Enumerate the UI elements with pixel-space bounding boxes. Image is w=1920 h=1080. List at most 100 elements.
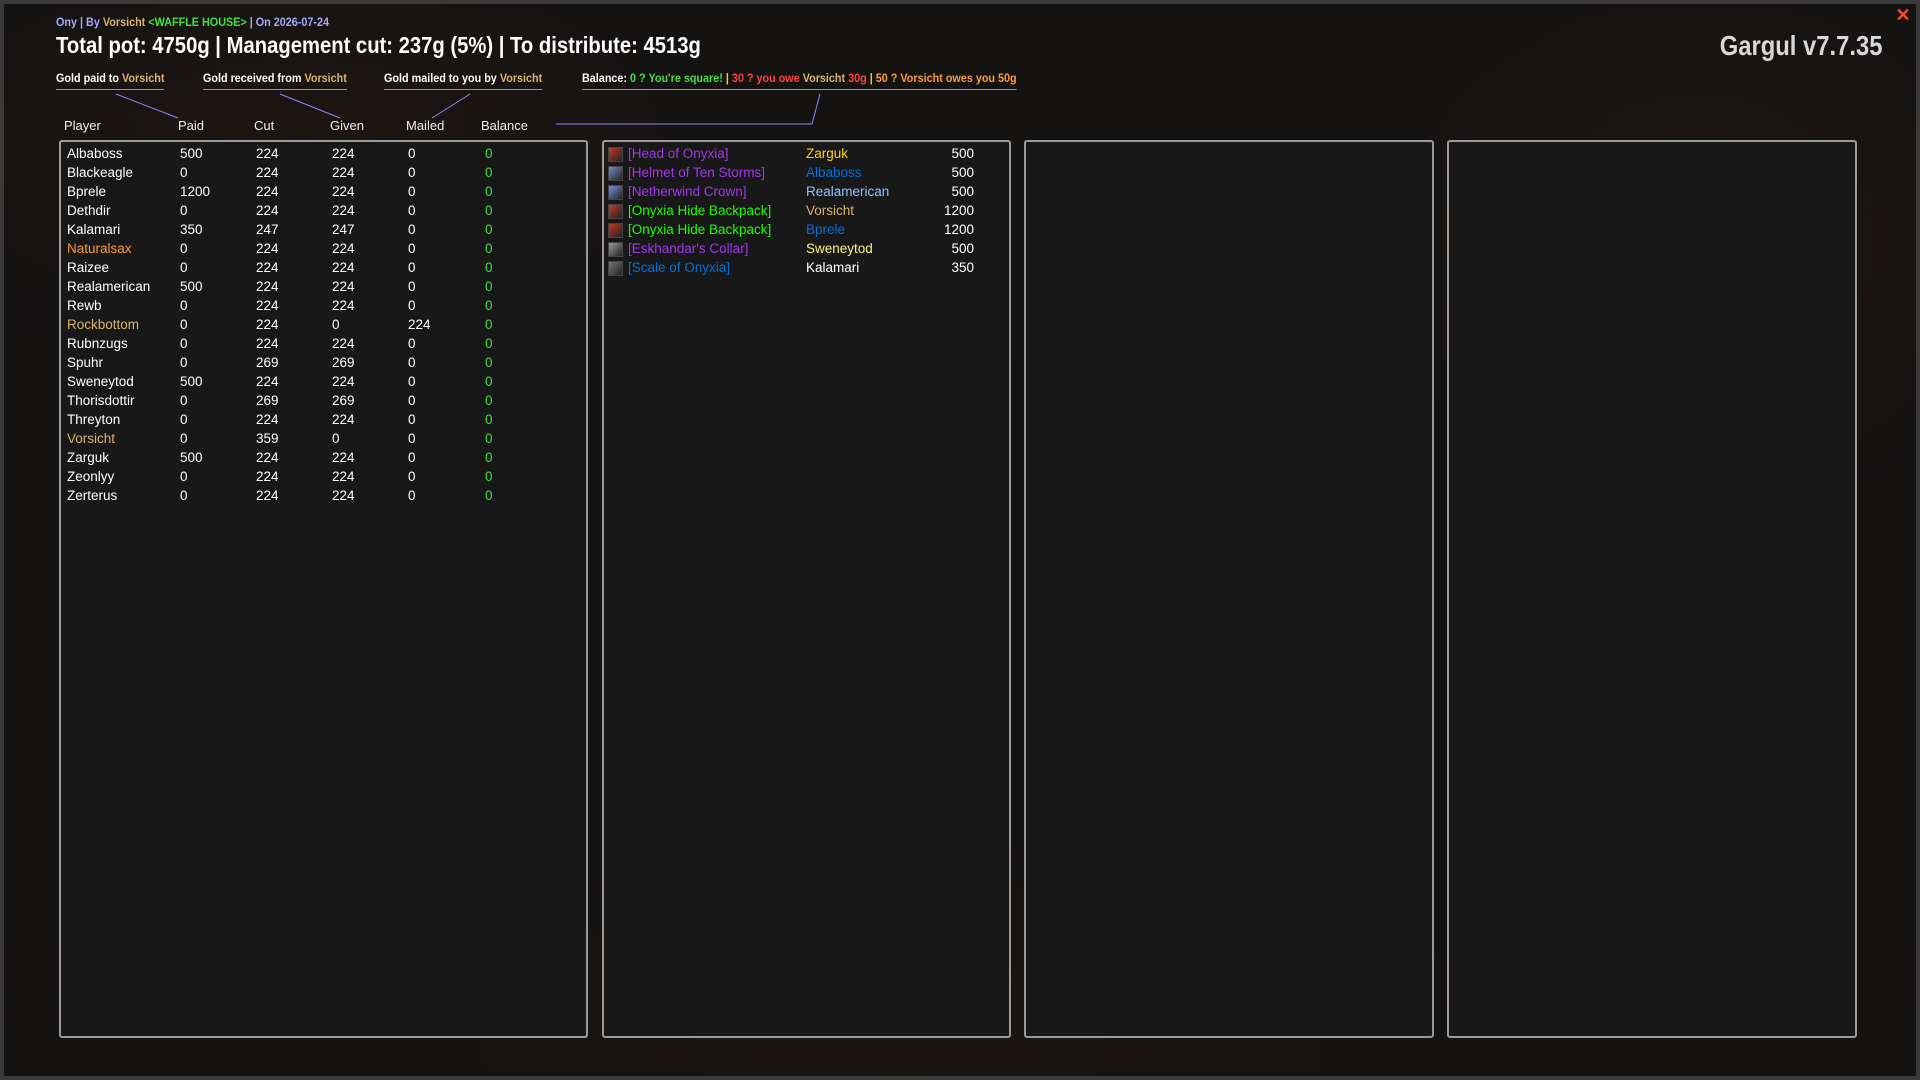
cut-value: 224 [256,488,279,503]
paid-value: 500 [180,374,203,389]
balance-value: 0 [485,203,493,218]
item-link[interactable]: [Scale of Onyxia] [628,260,730,275]
item-link[interactable]: [Onyxia Hide Backpack] [628,203,771,218]
table-row[interactable]: Threyton 0 224 224 0 0 [61,412,581,431]
balance-value: 0 [485,260,493,275]
item-link[interactable]: [Helmet of Ten Storms] [628,165,765,180]
balance-value: 0 [485,488,493,503]
table-row[interactable]: Bprele 1200 224 224 0 0 [61,184,581,203]
crown-icon [608,185,623,200]
list-item[interactable]: [Head of Onyxia] Zarguk 500 [604,146,1004,165]
given-value: 224 [332,412,355,427]
table-row[interactable]: Zarguk 500 224 224 0 0 [61,450,581,469]
paid-value: 0 [180,203,188,218]
price-value: 1200 [943,222,974,237]
item-link[interactable]: [Onyxia Hide Backpack] [628,222,771,237]
player-name: Realamerican [67,279,151,294]
price-value: 500 [951,146,974,161]
cut-value: 224 [256,241,279,256]
table-row[interactable]: Kalamari 350 247 247 0 0 [61,222,581,241]
given-value: 224 [332,165,355,180]
player-name: Zarguk [67,450,110,465]
paid-value: 500 [180,279,203,294]
player-name: Vorsicht [67,431,116,446]
table-row[interactable]: Raizee 0 224 224 0 0 [61,260,581,279]
player-name: Bprele [67,184,107,199]
onyxia-head-icon [608,147,623,162]
list-item[interactable]: [Eskhandar's Collar] Sweneytod 500 [604,241,1004,260]
table-row[interactable]: Naturalsax 0 224 224 0 0 [61,241,581,260]
player-name: Blackeagle [67,165,134,180]
mailed-value: 0 [408,241,416,256]
col-header-balance[interactable]: Balance [481,118,528,133]
table-row[interactable]: Sweneytod 500 224 224 0 0 [61,374,581,393]
table-row[interactable]: Rewb 0 224 224 0 0 [61,298,581,317]
item-link[interactable]: [Eskhandar's Collar] [628,241,748,256]
col-header-paid[interactable]: Paid [178,118,204,133]
list-item[interactable]: [Onyxia Hide Backpack] Bprele 1200 [604,222,1004,241]
backpack-icon [608,223,623,238]
balance-value: 0 [485,336,493,351]
cut-value: 224 [256,165,279,180]
mailed-value: 0 [408,374,416,389]
paid-value: 0 [180,165,188,180]
players-table: Albaboss 500 224 224 0 0 Blackeagle 0 224 224 0 0 Bp… [59,140,588,1038]
col-header-player[interactable]: Player [64,118,101,133]
balance-value: 0 [485,469,493,484]
cut-value: 224 [256,374,279,389]
paid-value: 500 [180,450,203,465]
list-item[interactable]: [Netherwind Crown] Realamerican 500 [604,184,1004,203]
mailed-value: 0 [408,165,416,180]
table-row[interactable]: Albaboss 500 224 224 0 0 [61,146,581,165]
given-value: 224 [332,203,355,218]
player-name: Kalamari [67,222,121,237]
table-row[interactable]: Vorsicht 0 359 0 0 0 [61,431,581,450]
mailed-value: 0 [408,184,416,199]
table-row[interactable]: Dethdir 0 224 224 0 0 [61,203,581,222]
player-name: Albaboss [67,146,123,161]
col-header-cut[interactable]: Cut [254,118,274,133]
col-header-given[interactable]: Given [330,118,364,133]
mailed-value: 0 [408,336,416,351]
list-item[interactable]: [Scale of Onyxia] Kalamari 350 [604,260,1004,279]
table-row[interactable]: Zeonlyy 0 224 224 0 0 [61,469,581,488]
balance-value: 0 [485,146,493,161]
mailed-value: 0 [408,260,416,275]
cut-value: 224 [256,279,279,294]
list-item[interactable]: [Helmet of Ten Storms] Albaboss 500 [604,165,1004,184]
given-value: 224 [332,374,355,389]
table-row[interactable]: Thorisdottir 0 269 269 0 0 [61,393,581,412]
item-link[interactable]: [Netherwind Crown] [628,184,747,199]
mailed-value: 0 [408,488,416,503]
empty-panel-1 [1024,140,1434,1038]
player-name: Zerterus [67,488,118,503]
cut-value: 224 [256,412,279,427]
paid-value: 0 [180,469,188,484]
backpack-icon [608,204,623,219]
player-name: Raizee [67,260,110,275]
table-row[interactable]: Zerterus 0 224 224 0 0 [61,488,581,507]
player-name: Spuhr [67,355,104,370]
player-name: Dethdir [67,203,111,218]
item-link[interactable]: [Head of Onyxia] [628,146,729,161]
balance-value: 0 [485,184,493,199]
cut-value: 224 [256,317,279,332]
table-row[interactable]: Realamerican 500 224 224 0 0 [61,279,581,298]
table-row[interactable]: Rockbottom 0 224 0 224 0 [61,317,581,336]
player-name: Rockbottom [67,317,140,332]
given-value: 0 [332,317,340,332]
player-name: Zeonlyy [67,469,115,484]
cut-value: 269 [256,393,279,408]
col-header-mailed[interactable]: Mailed [406,118,444,133]
balance-value: 0 [485,279,493,294]
mailed-value: 0 [408,298,416,313]
price-value: 1200 [943,203,974,218]
table-row[interactable]: Spuhr 0 269 269 0 0 [61,355,581,374]
cut-value: 224 [256,184,279,199]
table-row[interactable]: Rubnzugs 0 224 224 0 0 [61,336,581,355]
paid-value: 0 [180,317,188,332]
given-value: 269 [332,355,355,370]
table-row[interactable]: Blackeagle 0 224 224 0 0 [61,165,581,184]
given-value: 224 [332,279,355,294]
list-item[interactable]: [Onyxia Hide Backpack] Vorsicht 1200 [604,203,1004,222]
